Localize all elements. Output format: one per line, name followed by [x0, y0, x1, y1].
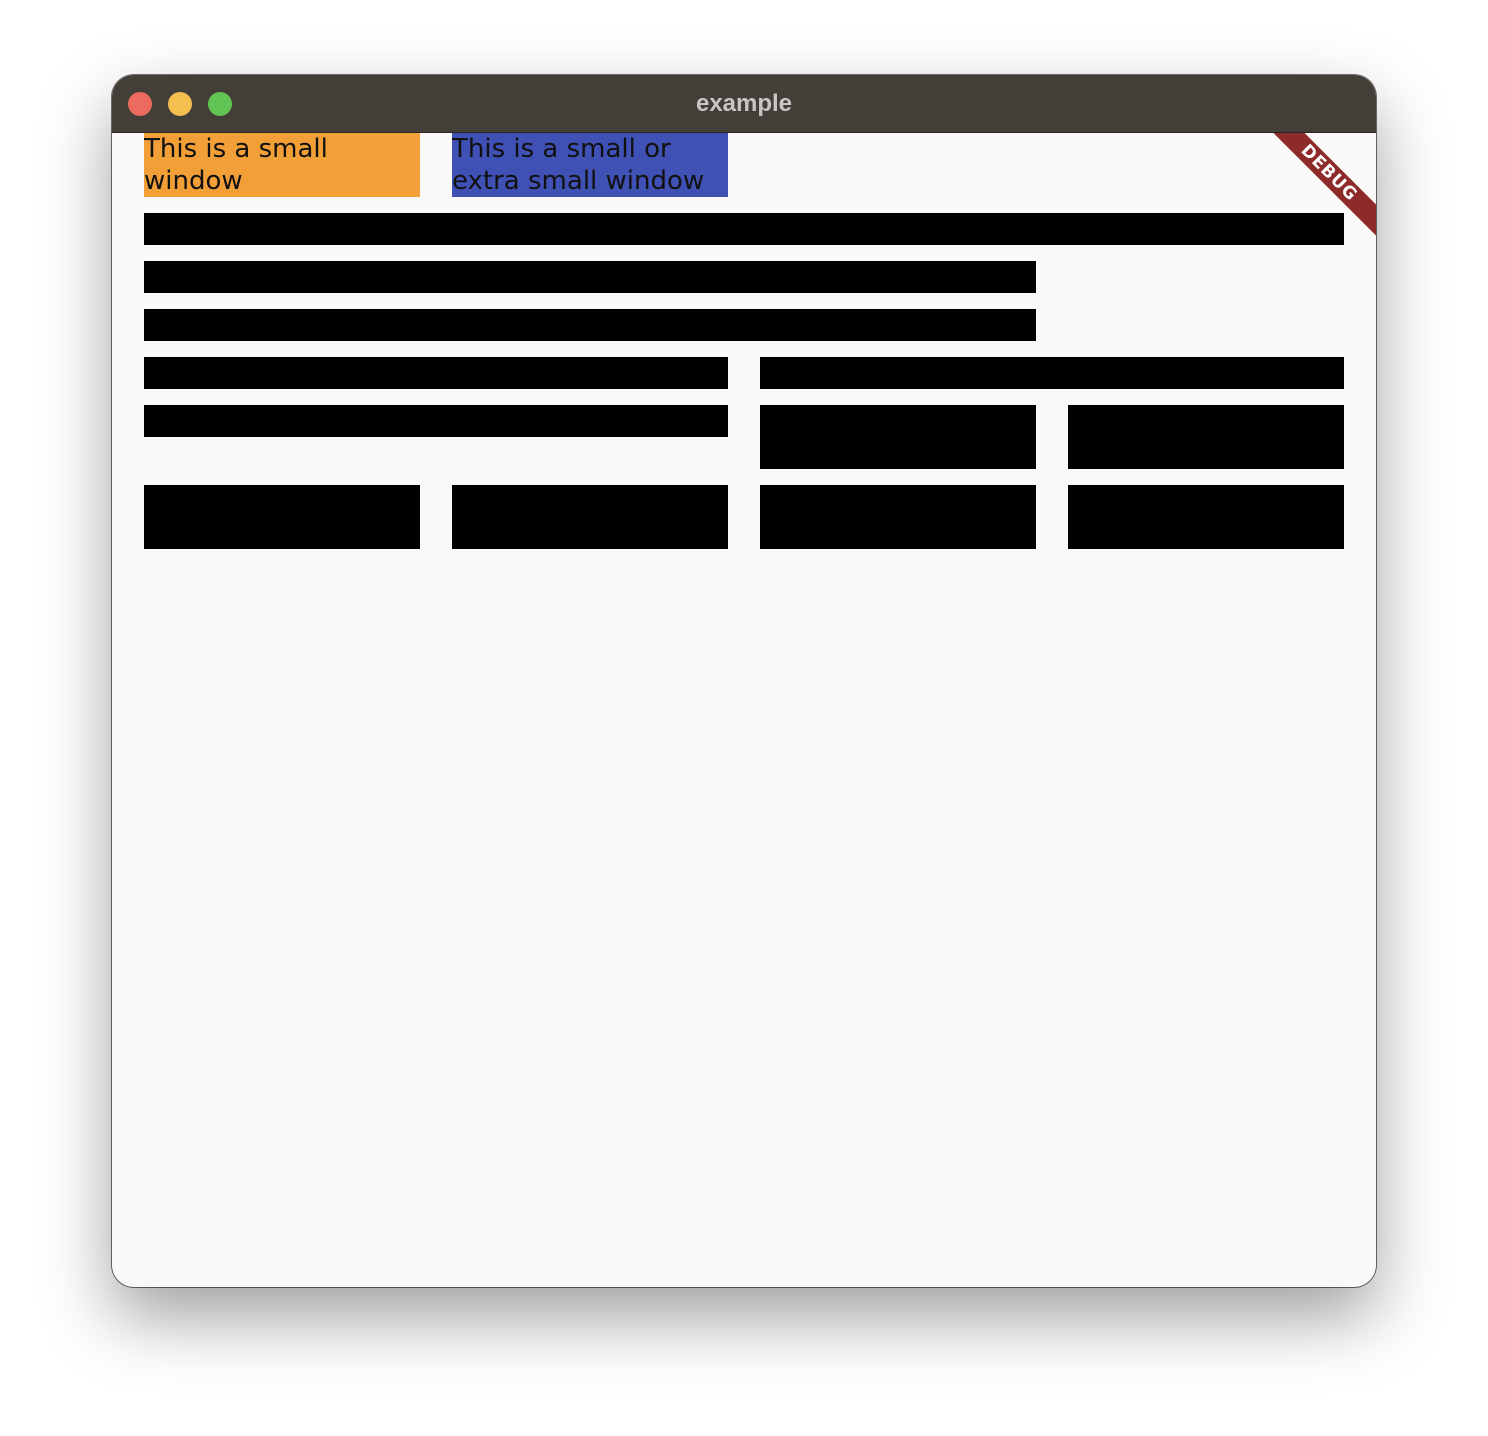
window-title: example	[695, 90, 793, 117]
redacted-bar	[144, 357, 728, 389]
redacted-block	[1068, 485, 1344, 549]
redacted-block	[760, 405, 1036, 469]
window-content: This is a small window This is a small o…	[112, 133, 1376, 1287]
redacted-block	[144, 485, 420, 549]
redacted-bar	[144, 261, 1036, 293]
redacted-block	[1068, 405, 1344, 469]
redacted-bar	[760, 357, 1344, 389]
small-or-extra-small-window-label: This is a small or extra small window	[452, 134, 705, 196]
small-window-box: This is a small window	[144, 133, 420, 197]
redacted-block	[760, 485, 1036, 549]
small-window-label: This is a small window	[144, 134, 328, 196]
redacted-bar	[144, 309, 1036, 341]
redacted-bar	[144, 213, 1344, 245]
small-or-extra-small-window-box: This is a small or extra small window	[452, 133, 728, 197]
redacted-bar	[144, 405, 728, 437]
app-window: example This is a small window This is a…	[112, 75, 1376, 1287]
redacted-block	[452, 485, 728, 549]
title-bar[interactable]: example	[112, 75, 1376, 133]
